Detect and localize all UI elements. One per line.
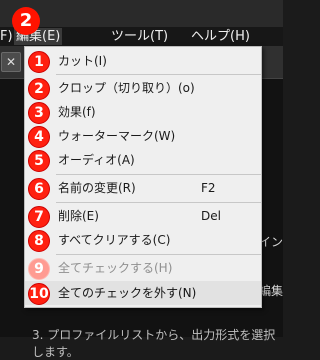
menu-item-label: 名前の変更(R)	[58, 181, 136, 195]
edit-menu: 1 カット(I) 2 クロップ（切り取り）(o) 3 効果(f) 4 ウォーター…	[24, 46, 262, 308]
menu-separator	[56, 174, 261, 175]
menu-item-label: クロップ（切り取り）(o)	[58, 81, 195, 95]
menu-item-label: ウォーターマーク(W)	[58, 129, 176, 143]
menu-item-effects[interactable]: 3 効果(f)	[25, 100, 261, 124]
menu-item-clear-all[interactable]: 8 すべてクリアする(C)	[25, 228, 261, 252]
menu-item-label: すべてクリアする(C)	[58, 233, 171, 247]
number-badge: 9	[28, 258, 50, 280]
menu-item-shortcut: F2	[201, 181, 216, 195]
menu-separator	[56, 74, 261, 75]
callout-badge-2: 2	[12, 7, 40, 35]
menu-item-crop[interactable]: 2 クロップ（切り取り）(o)	[25, 76, 261, 100]
cut-icon[interactable]: ✕	[1, 52, 21, 72]
number-badge: 5	[28, 150, 50, 172]
menu-help[interactable]: ヘルプ(H)	[191, 28, 250, 45]
menu-item-check-all[interactable]: 9 全てチェックする(H)	[25, 256, 261, 280]
menu-item-uncheck-all[interactable]: 10 全てのチェックを外す(N)	[25, 281, 261, 305]
menu-separator	[56, 202, 261, 203]
menu-item-label: 全てチェックする(H)	[58, 261, 173, 275]
menu-item-label: 全てのチェックを外す(N)	[58, 286, 197, 300]
menu-item-watermark[interactable]: 4 ウォーターマーク(W)	[25, 124, 261, 148]
number-badge: 1	[28, 51, 50, 73]
number-badge: 8	[28, 230, 50, 252]
menu-item-cut[interactable]: 1 カット(I)	[25, 49, 261, 73]
menu-item-delete[interactable]: 7 削除(E) Del	[25, 204, 261, 228]
number-badge: 6	[28, 178, 50, 200]
number-badge: 2	[28, 78, 50, 100]
number-badge: 7	[28, 206, 50, 228]
menu-item-rename[interactable]: 6 名前の変更(R) F2	[25, 176, 261, 200]
menu-separator	[56, 254, 261, 255]
menu-item-label: 効果(f)	[58, 105, 96, 119]
document-text-snippet: 編集	[258, 284, 283, 298]
menubar: F) 編集(E) ツール(T) ヘルプ(H) 2	[0, 0, 283, 46]
menu-file[interactable]: F)	[0, 28, 13, 45]
menu-item-label: カット(I)	[58, 54, 107, 68]
menu-tools[interactable]: ツール(T)	[111, 28, 168, 45]
number-badge: 10	[28, 283, 50, 305]
menu-item-audio[interactable]: 5 オーディオ(A)	[25, 148, 261, 172]
menu-item-label: オーディオ(A)	[58, 153, 135, 167]
menu-item-label: 削除(E)	[58, 209, 99, 223]
document-instruction: 3. プロファイルリストから、出力形式を選択します。	[32, 328, 276, 359]
number-badge: 3	[28, 102, 50, 124]
menu-item-shortcut: Del	[201, 209, 221, 223]
number-badge: 4	[28, 126, 50, 148]
